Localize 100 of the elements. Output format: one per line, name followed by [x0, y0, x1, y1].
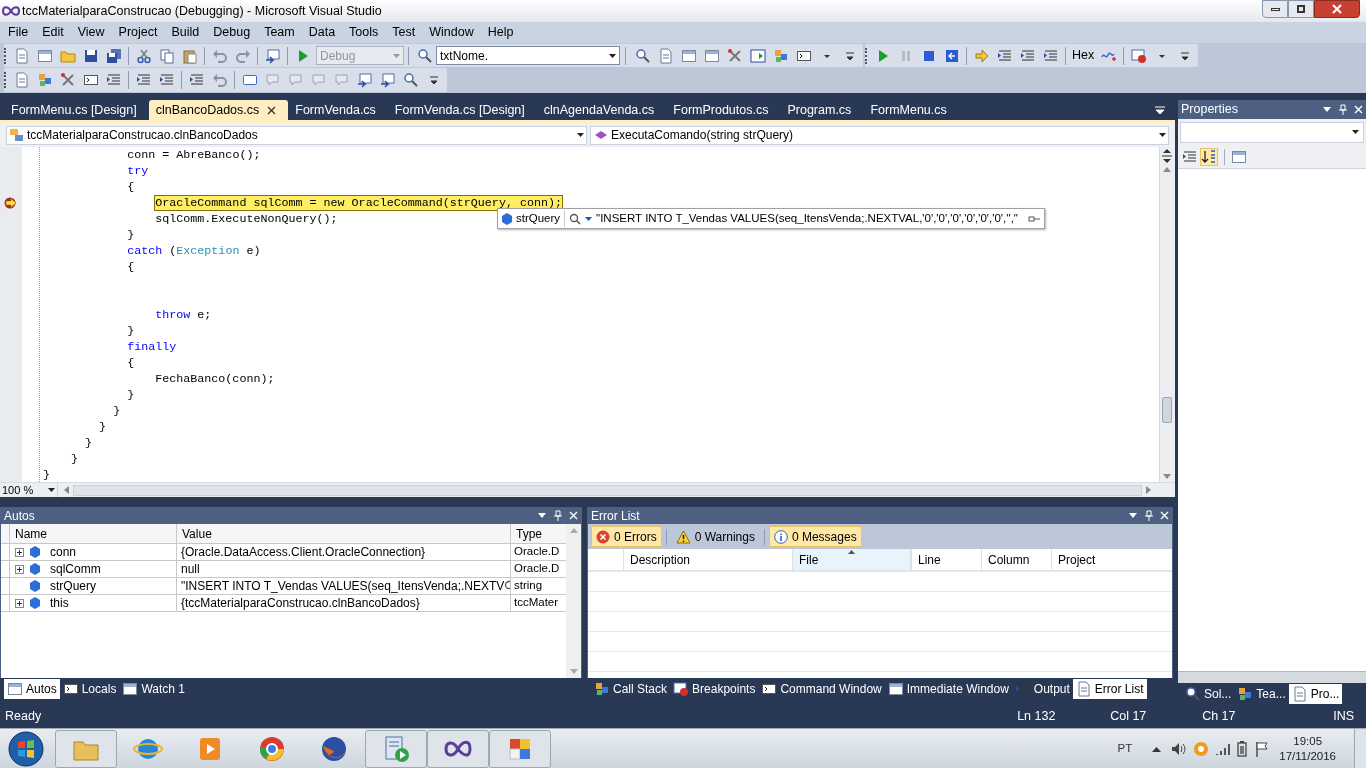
caret-icon[interactable] — [48, 488, 55, 492]
search-icon[interactable] — [402, 72, 419, 88]
tab-list-icon[interactable] — [1155, 106, 1165, 115]
arrow-icon[interactable] — [973, 47, 990, 64]
menu-item[interactable]: Project — [111, 23, 165, 42]
console-icon[interactable] — [62, 681, 79, 697]
menu-item[interactable]: Help — [480, 23, 521, 42]
column-header[interactable]: File — [792, 549, 911, 570]
panel-tab[interactable]: Autos — [4, 679, 60, 699]
indent-icon[interactable] — [1019, 47, 1036, 64]
find-field[interactable]: txtNome. — [436, 46, 620, 65]
menu-item[interactable]: Debug — [206, 23, 258, 42]
type-dropdown[interactable]: tccMaterialparaConstrucao.clnBancoDados — [6, 125, 587, 145]
scroll-arrow-icon[interactable] — [1163, 474, 1171, 479]
scroll-arrow-icon[interactable] — [1146, 486, 1151, 494]
signal-icon[interactable] — [1215, 742, 1232, 755]
blocks-icon[interactable] — [594, 681, 610, 697]
tools-icon[interactable] — [59, 72, 76, 88]
dropdown-icon[interactable] — [1323, 107, 1331, 112]
window-arrow-icon[interactable] — [264, 47, 281, 64]
sort-icon[interactable] — [1201, 148, 1217, 165]
battery-icon[interactable] — [1237, 740, 1248, 757]
close-button[interactable] — [1314, 0, 1360, 18]
clock-time[interactable]: 19:05 — [1293, 733, 1323, 749]
document-tab[interactable]: clnAgendaVenda.cs — [536, 100, 667, 120]
search-icon[interactable] — [1185, 686, 1201, 702]
document-tab[interactable]: FormVenda.cs — [288, 100, 388, 120]
blocks-icon[interactable] — [772, 47, 789, 64]
menu-item[interactable]: View — [70, 23, 112, 42]
undo-icon[interactable] — [211, 72, 228, 88]
console-icon[interactable] — [82, 72, 99, 88]
language-indicator[interactable]: PT — [1117, 739, 1133, 758]
panel-tab[interactable]: Immediate Window — [884, 679, 1012, 699]
indent-icon[interactable] — [158, 72, 175, 88]
filter-button[interactable]: 0 Warnings — [670, 526, 760, 547]
panel-tab[interactable]: Pro... — [1288, 684, 1343, 704]
dropdown-icon[interactable] — [1129, 513, 1137, 518]
menu-item[interactable]: Data — [301, 23, 343, 42]
window-icon[interactable] — [887, 681, 904, 697]
menu-item[interactable]: Window — [422, 23, 481, 42]
search-icon[interactable] — [416, 47, 433, 64]
filter-button[interactable]: 0 Messages — [768, 526, 862, 547]
menu-item[interactable]: Build — [164, 23, 207, 42]
document-icon[interactable] — [657, 47, 674, 64]
clock-date[interactable]: 17/11/2016 — [1279, 748, 1336, 764]
pin-icon[interactable] — [1027, 214, 1040, 223]
restart-icon[interactable] — [943, 47, 960, 64]
window-arrow-icon[interactable] — [379, 72, 396, 88]
expand-icon[interactable] — [14, 547, 24, 557]
rectangle-icon[interactable] — [241, 72, 258, 88]
import-icon[interactable] — [749, 47, 766, 64]
minimize-button[interactable] — [1262, 0, 1288, 18]
indent-icon[interactable] — [1042, 47, 1059, 64]
horizontal-scrollbar[interactable] — [73, 484, 1142, 496]
document-icon[interactable] — [13, 72, 30, 88]
column-header[interactable]: Project — [1051, 549, 1171, 570]
panel-tab[interactable]: Output — [1011, 679, 1073, 699]
indent-icon[interactable] — [188, 72, 205, 88]
caret-icon[interactable] — [1352, 130, 1359, 134]
show-hidden-icons-icon[interactable] — [1152, 745, 1162, 752]
copy-icon[interactable] — [158, 47, 175, 64]
window-icon[interactable] — [122, 681, 139, 697]
close-icon[interactable] — [267, 105, 277, 115]
flag-icon[interactable] — [1255, 740, 1270, 757]
breakpoint-window-icon[interactable] — [1130, 47, 1147, 64]
scroll-arrow-icon[interactable] — [1163, 167, 1171, 172]
caret-icon[interactable] — [577, 133, 584, 137]
panel-tab[interactable]: Breakpoints — [670, 679, 759, 699]
window-arrow-icon[interactable] — [356, 72, 373, 88]
redo-icon[interactable] — [234, 47, 251, 64]
search-icon[interactable] — [634, 47, 651, 64]
blocks-icon[interactable] — [36, 72, 53, 88]
panel-tab[interactable]: Watch 1 — [119, 679, 188, 699]
splitter-icon[interactable] — [1161, 149, 1173, 163]
document-icon[interactable] — [1291, 686, 1308, 702]
zoom-dropdown[interactable]: 100 % — [0, 483, 58, 497]
caret-icon[interactable] — [609, 53, 616, 58]
blocks-icon[interactable] — [1237, 686, 1254, 702]
panel-tab[interactable]: Error List — [1072, 679, 1147, 699]
panel-tab[interactable]: Command Window — [758, 679, 885, 699]
clipboard-icon[interactable] — [181, 47, 198, 64]
indent-icon[interactable] — [996, 47, 1013, 64]
caret-icon[interactable] — [585, 216, 593, 221]
restore-button[interactable] — [1288, 0, 1314, 18]
document-tab[interactable]: FormVenda.cs [Design] — [387, 100, 537, 120]
document-tab[interactable]: Program.cs — [780, 100, 864, 120]
console-icon[interactable] — [761, 681, 778, 697]
column-header[interactable]: Value — [176, 524, 510, 543]
indent-icon[interactable] — [135, 72, 152, 88]
menu-item[interactable]: File — [1, 23, 36, 42]
caret-icon[interactable] — [1159, 133, 1166, 137]
breakpoint-window-icon[interactable] — [673, 681, 690, 697]
document-tab[interactable]: FormMenu.cs [Design] — [4, 100, 149, 120]
vertical-scrollbar[interactable] — [1159, 147, 1175, 482]
document-tab[interactable]: FormProdutos.cs — [666, 100, 781, 120]
panel-tab[interactable]: Locals — [59, 679, 120, 699]
scroll-arrow-icon[interactable] — [64, 486, 69, 494]
indent-icon[interactable] — [105, 72, 122, 88]
menu-item[interactable]: Team — [257, 23, 302, 42]
panel-tab[interactable]: Tea... — [1234, 684, 1289, 704]
